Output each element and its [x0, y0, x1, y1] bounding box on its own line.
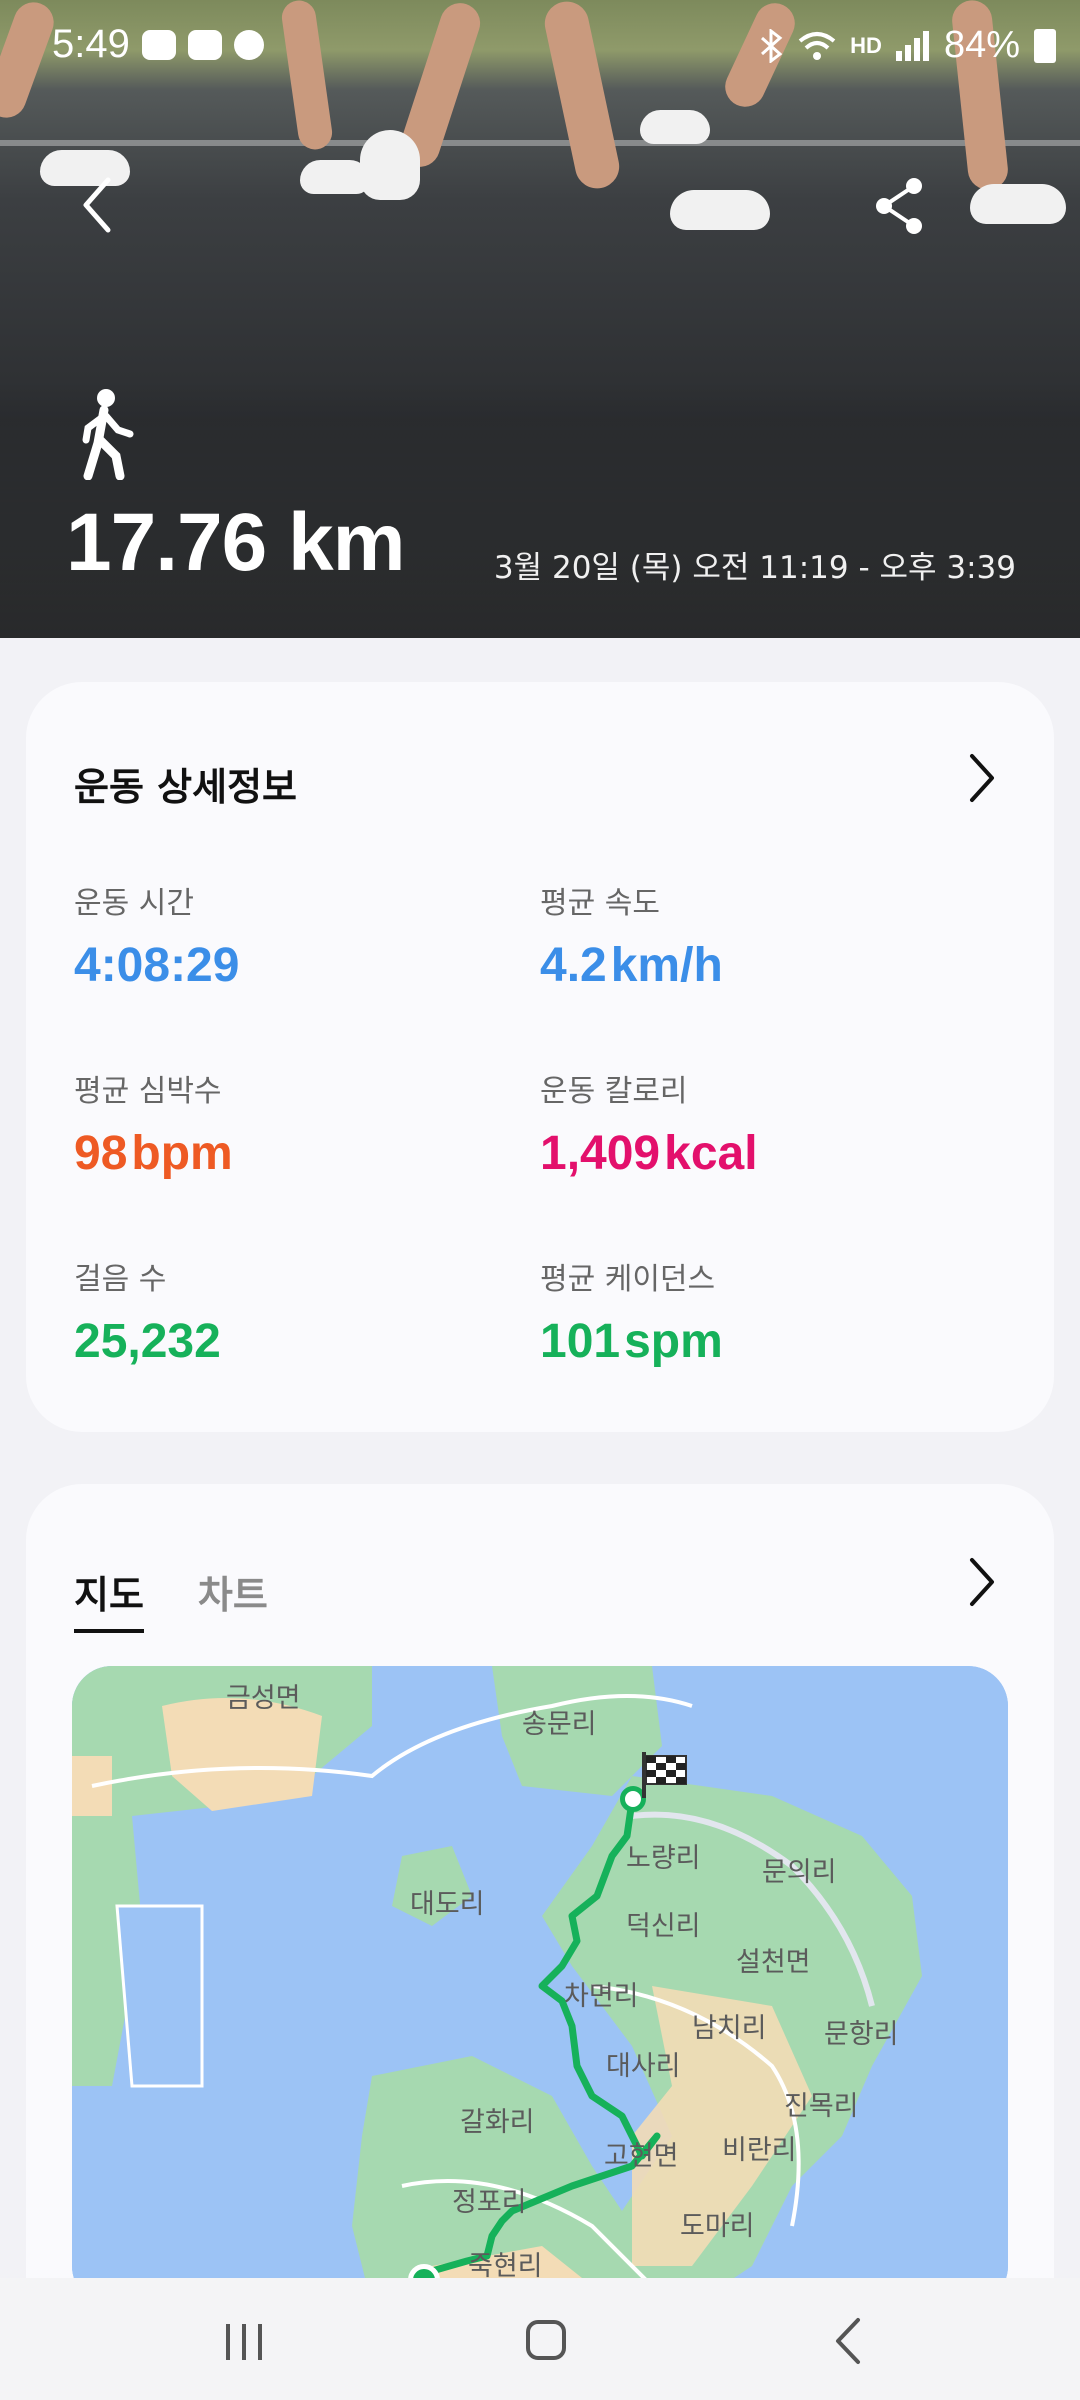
home-button[interactable] [506, 2306, 586, 2376]
map-label: 정포리 [452, 2187, 527, 2218]
share-button[interactable] [872, 176, 928, 236]
recent-apps-button[interactable] [204, 2306, 284, 2376]
route-map[interactable]: 금성면 송문리 노량리 문의리 대도리 덕신리 설천면 차면리 남치리 문항리 … [72, 1666, 1008, 2284]
workout-details-card: 운동 상세정보 운동 시간 4:08:29 평균 속도 4.2km/h 평균 심… [26, 682, 1054, 1432]
status-bar: 5:49 HD 84% [0, 0, 1080, 100]
details-more-button[interactable] [960, 750, 1000, 806]
stat-unit: km/h [610, 939, 723, 992]
wifi-icon [798, 31, 836, 60]
stat-value: 4:08:29 [74, 938, 239, 993]
home-icon [526, 2320, 566, 2360]
stat-number: 4:08:29 [74, 939, 240, 992]
battery-icon [1034, 28, 1056, 63]
stat-label: 평균 심박수 [74, 1074, 222, 1109]
map-label: 대도리 [410, 1889, 485, 1920]
stat-number: 4.2 [540, 939, 607, 992]
map-label: 문의리 [762, 1857, 837, 1888]
notification-icon [142, 30, 176, 60]
network-badge: HD [850, 32, 882, 58]
tab-chart[interactable]: 차트 [198, 1564, 268, 1633]
youtube-icon [188, 30, 222, 60]
map-label: 갈화리 [460, 2107, 535, 2138]
route-line [420, 1797, 661, 2284]
map-label: 차면리 [564, 1981, 639, 2012]
back-nav-button[interactable] [810, 2306, 890, 2376]
recent-apps-icon [226, 2324, 262, 2360]
map-label: 송문리 [522, 1709, 597, 1740]
stat-number: 98 [74, 1127, 128, 1180]
map-label: 고현면 [604, 2141, 679, 2172]
stat-number: 1,409 [540, 1127, 661, 1180]
stat-duration: 운동 시간 4:08:29 [74, 878, 239, 993]
signal-icon [895, 30, 929, 61]
stat-value: 1,409kcal [540, 1126, 758, 1181]
runner-shoe [670, 190, 770, 230]
map-chart-card: 지도 차트 금성면 송문리 노량리 문의리 대도리 덕신리 설천면 차면리 남치… [26, 1484, 1054, 2284]
checkered-flag-icon [642, 1752, 687, 1798]
system-nav-bar [0, 2278, 1080, 2400]
stat-label: 걸음 수 [74, 1262, 167, 1297]
map-label: 대사리 [606, 2051, 681, 2082]
stat-value: 98bpm [74, 1126, 233, 1181]
chevron-right-icon [970, 1558, 994, 1606]
stat-unit: spm [624, 1315, 723, 1368]
back-button[interactable] [68, 170, 128, 240]
map-label: 남치리 [692, 2013, 767, 2044]
notification-icons [142, 30, 264, 60]
back-arrow-icon [836, 2318, 860, 2364]
stat-unit: kcal [664, 1127, 758, 1180]
stat-calories: 운동 칼로리 1,409kcal [540, 1066, 758, 1181]
stat-label: 평균 속도 [540, 886, 660, 921]
share-icon [876, 178, 922, 234]
battery-percent: 84% [943, 24, 1020, 66]
map-label: 도마리 [680, 2211, 755, 2242]
status-right: HD 84% [758, 24, 1056, 67]
chevron-left-icon [83, 177, 111, 233]
tab-map[interactable]: 지도 [74, 1564, 144, 1633]
stat-avg-speed: 평균 속도 4.2km/h [540, 878, 723, 993]
details-title: 운동 상세정보 [74, 765, 297, 809]
stat-value: 4.2km/h [540, 938, 723, 993]
stat-avg-cadence: 평균 케이던스 101spm [540, 1254, 723, 1369]
runner-shoe [640, 110, 710, 144]
map-label: 금성면 [226, 1683, 301, 1714]
stat-number: 25,232 [74, 1315, 221, 1368]
runner-shoe [970, 184, 1066, 224]
runner-shoe [360, 130, 420, 200]
map-label: 설천면 [736, 1947, 811, 1978]
stat-label: 운동 시간 [74, 886, 194, 921]
bluetooth-icon [761, 28, 783, 63]
map-tabs: 지도 차트 [74, 1564, 268, 1633]
map-label: 비란리 [722, 2135, 797, 2166]
stat-label: 평균 케이던스 [540, 1262, 716, 1297]
map-label: 문항리 [824, 2019, 899, 2050]
map-label: 진목리 [784, 2091, 859, 2122]
total-distance: 17.76 km [66, 497, 405, 588]
workout-datetime: 3월 20일 (목) 오전 11:19 - 오후 3:39 [493, 550, 1016, 586]
stat-avg-heart-rate: 평균 심박수 98bpm [74, 1066, 233, 1181]
map-label: 덕신리 [626, 1911, 701, 1942]
stat-value: 101spm [540, 1314, 723, 1369]
stat-value: 25,232 [74, 1314, 221, 1369]
stat-steps: 걸음 수 25,232 [74, 1254, 221, 1369]
stat-unit: bpm [131, 1127, 233, 1180]
map-label: 노량리 [626, 1843, 701, 1874]
map-more-button[interactable] [960, 1554, 1000, 1610]
stat-number: 101 [540, 1315, 621, 1368]
status-time: 5:49 [52, 22, 130, 66]
account-icon [234, 30, 264, 60]
walking-person-icon [78, 388, 138, 481]
stat-label: 운동 칼로리 [540, 1074, 688, 1109]
chevron-right-icon [970, 754, 994, 802]
road-marking [0, 140, 1080, 146]
